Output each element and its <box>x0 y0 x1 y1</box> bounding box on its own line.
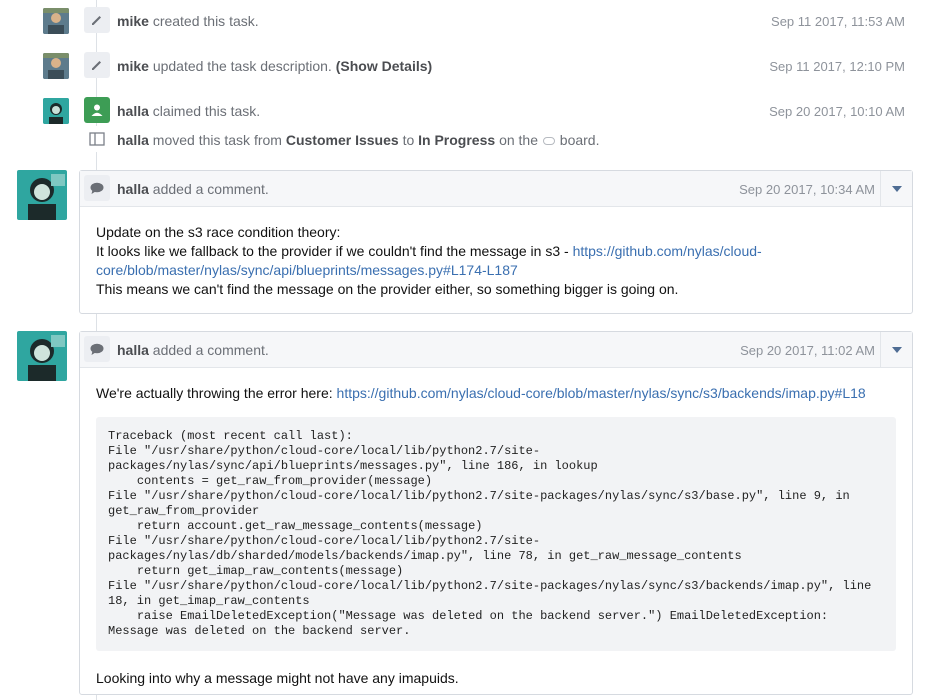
event-action: updated the task description. <box>152 58 332 74</box>
comment-time[interactable]: Sep 20 2017, 11:02 AM <box>740 343 875 358</box>
chevron-down-icon <box>891 185 902 192</box>
comment-action: added a comment. <box>152 181 269 197</box>
comment-action: added a comment. <box>152 342 269 358</box>
show-details-link[interactable]: (Show Details) <box>336 58 432 74</box>
event-text: halla claimed this task. <box>117 103 260 119</box>
user-icon <box>84 97 110 123</box>
to-word: to <box>402 132 415 148</box>
event-text: mike created this task. <box>117 13 259 29</box>
comment-author: halla added a comment. <box>117 181 269 197</box>
comment-text: It looks like we fallback to the provide… <box>96 243 573 259</box>
comment-menu-button[interactable] <box>880 332 912 367</box>
timeline-event: mike updated the task description. (Show… <box>0 47 929 81</box>
to-column: In Progress <box>418 132 496 148</box>
event-action: created this task. <box>152 13 259 29</box>
comment-time[interactable]: Sep 20 2017, 10:34 AM <box>739 182 875 197</box>
event-user[interactable]: mike <box>117 58 149 74</box>
comment-user[interactable]: halla <box>117 342 149 358</box>
avatar[interactable] <box>43 8 69 34</box>
timeline-event: halla moved this task from Customer Issu… <box>0 121 929 155</box>
comment-line: This means we can't find the message on … <box>96 281 679 297</box>
event-user[interactable]: halla <box>117 132 149 148</box>
cloud-icon[interactable] <box>542 137 555 146</box>
event-action: moved this task from <box>152 132 282 148</box>
pencil-icon <box>84 7 110 33</box>
event-user[interactable]: mike <box>117 13 149 29</box>
event-text: halla moved this task from Customer Issu… <box>117 132 599 148</box>
comment-header: halla added a comment. Sep 20 2017, 11:0… <box>80 332 912 368</box>
comment-line: Looking into why a message might not hav… <box>96 670 459 686</box>
comment-menu-button[interactable] <box>880 171 912 206</box>
event-user[interactable]: halla <box>117 103 149 119</box>
comment-body: Update on the s3 race condition theory: … <box>80 207 912 315</box>
comment-header: halla added a comment. Sep 20 2017, 10:3… <box>80 171 912 207</box>
comment-icon <box>84 336 110 362</box>
event-action: claimed this task. <box>152 103 261 119</box>
comment-icon <box>84 175 110 201</box>
event-text: mike updated the task description. (Show… <box>117 58 432 74</box>
comment: halla added a comment. Sep 20 2017, 11:0… <box>79 331 913 695</box>
avatar[interactable] <box>17 170 67 220</box>
event-time[interactable]: Sep 11 2017, 11:53 AM <box>771 14 905 29</box>
chevron-down-icon <box>891 346 902 353</box>
event-time[interactable]: Sep 11 2017, 12:10 PM <box>769 59 905 74</box>
comment-line: Update on the s3 race condition theory: <box>96 224 341 240</box>
from-column: Customer Issues <box>285 132 399 148</box>
comment-line: It looks like we fallback to the provide… <box>96 242 896 280</box>
pencil-icon <box>84 52 110 78</box>
comment-body: We're actually throwing the error here: … <box>80 368 912 700</box>
timeline-event: mike created this task. Sep 11 2017, 11:… <box>0 2 929 36</box>
comment-text: We're actually throwing the error here: <box>96 385 337 401</box>
board-word: board. <box>559 132 600 148</box>
github-link[interactable]: https://github.com/nylas/cloud-core/blob… <box>337 385 866 401</box>
comment-user[interactable]: halla <box>117 181 149 197</box>
board-icon <box>84 126 110 152</box>
traceback-code-block: Traceback (most recent call last): File … <box>96 417 896 651</box>
comment-line: We're actually throwing the error here: … <box>96 384 896 403</box>
avatar[interactable] <box>17 331 67 381</box>
on-the-word: on the <box>499 132 538 148</box>
comment-author: halla added a comment. <box>117 342 269 358</box>
avatar[interactable] <box>43 53 69 79</box>
event-time[interactable]: Sep 20 2017, 10:10 AM <box>769 104 905 119</box>
comment: halla added a comment. Sep 20 2017, 10:3… <box>79 170 913 314</box>
